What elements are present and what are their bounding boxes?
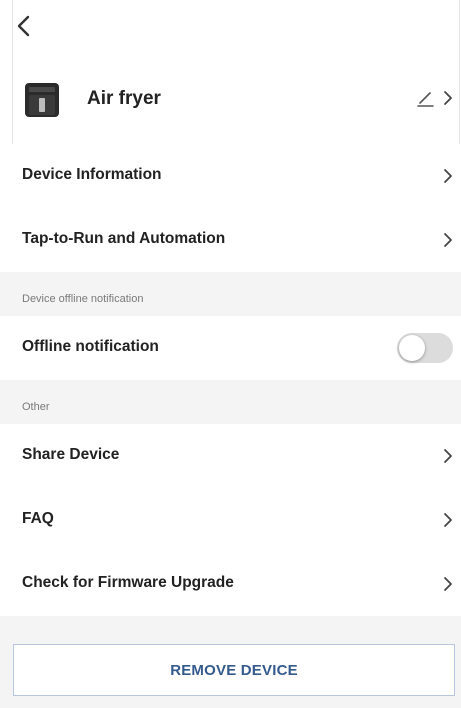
offline-notification-label: Offline notification [22,338,159,355]
pencil-icon[interactable] [416,88,436,108]
device-settings-screen: Air fryer Device Information Tap-to-Run … [0,0,461,708]
chevron-right-icon [444,577,452,591]
remove-device-label: REMOVE DEVICE [170,662,298,679]
section-other-label: Other [22,401,50,413]
device-information-label: Device Information [22,166,162,183]
remove-device-button[interactable]: REMOVE DEVICE [13,644,455,696]
air-fryer-icon [25,83,59,117]
tap-to-run-label: Tap-to-Run and Automation [22,230,226,247]
faq-row[interactable]: FAQ [0,488,461,552]
device-name: Air fryer [87,88,161,109]
share-device-label: Share Device [22,446,120,463]
device-header[interactable]: Air fryer [0,70,461,128]
back-chevron-icon[interactable] [14,14,36,38]
firmware-upgrade-row[interactable]: Check for Firmware Upgrade [0,552,461,616]
top-bar [0,0,461,52]
chevron-right-icon[interactable] [442,88,454,108]
offline-notification-toggle[interactable] [397,333,453,363]
device-information-row[interactable]: Device Information [0,144,461,208]
section-other: Other [0,380,461,424]
offline-notification-row: Offline notification [0,316,461,380]
chevron-right-icon [444,169,452,183]
chevron-right-icon [444,233,452,247]
section-device-offline: Device offline notification [0,272,461,316]
chevron-right-icon [444,449,452,463]
chevron-right-icon [444,513,452,527]
toggle-knob [399,335,425,361]
faq-label: FAQ [22,510,54,527]
tap-to-run-row[interactable]: Tap-to-Run and Automation [0,208,461,272]
section-device-offline-label: Device offline notification [22,293,144,305]
share-device-row[interactable]: Share Device [0,424,461,488]
firmware-upgrade-label: Check for Firmware Upgrade [22,574,234,591]
